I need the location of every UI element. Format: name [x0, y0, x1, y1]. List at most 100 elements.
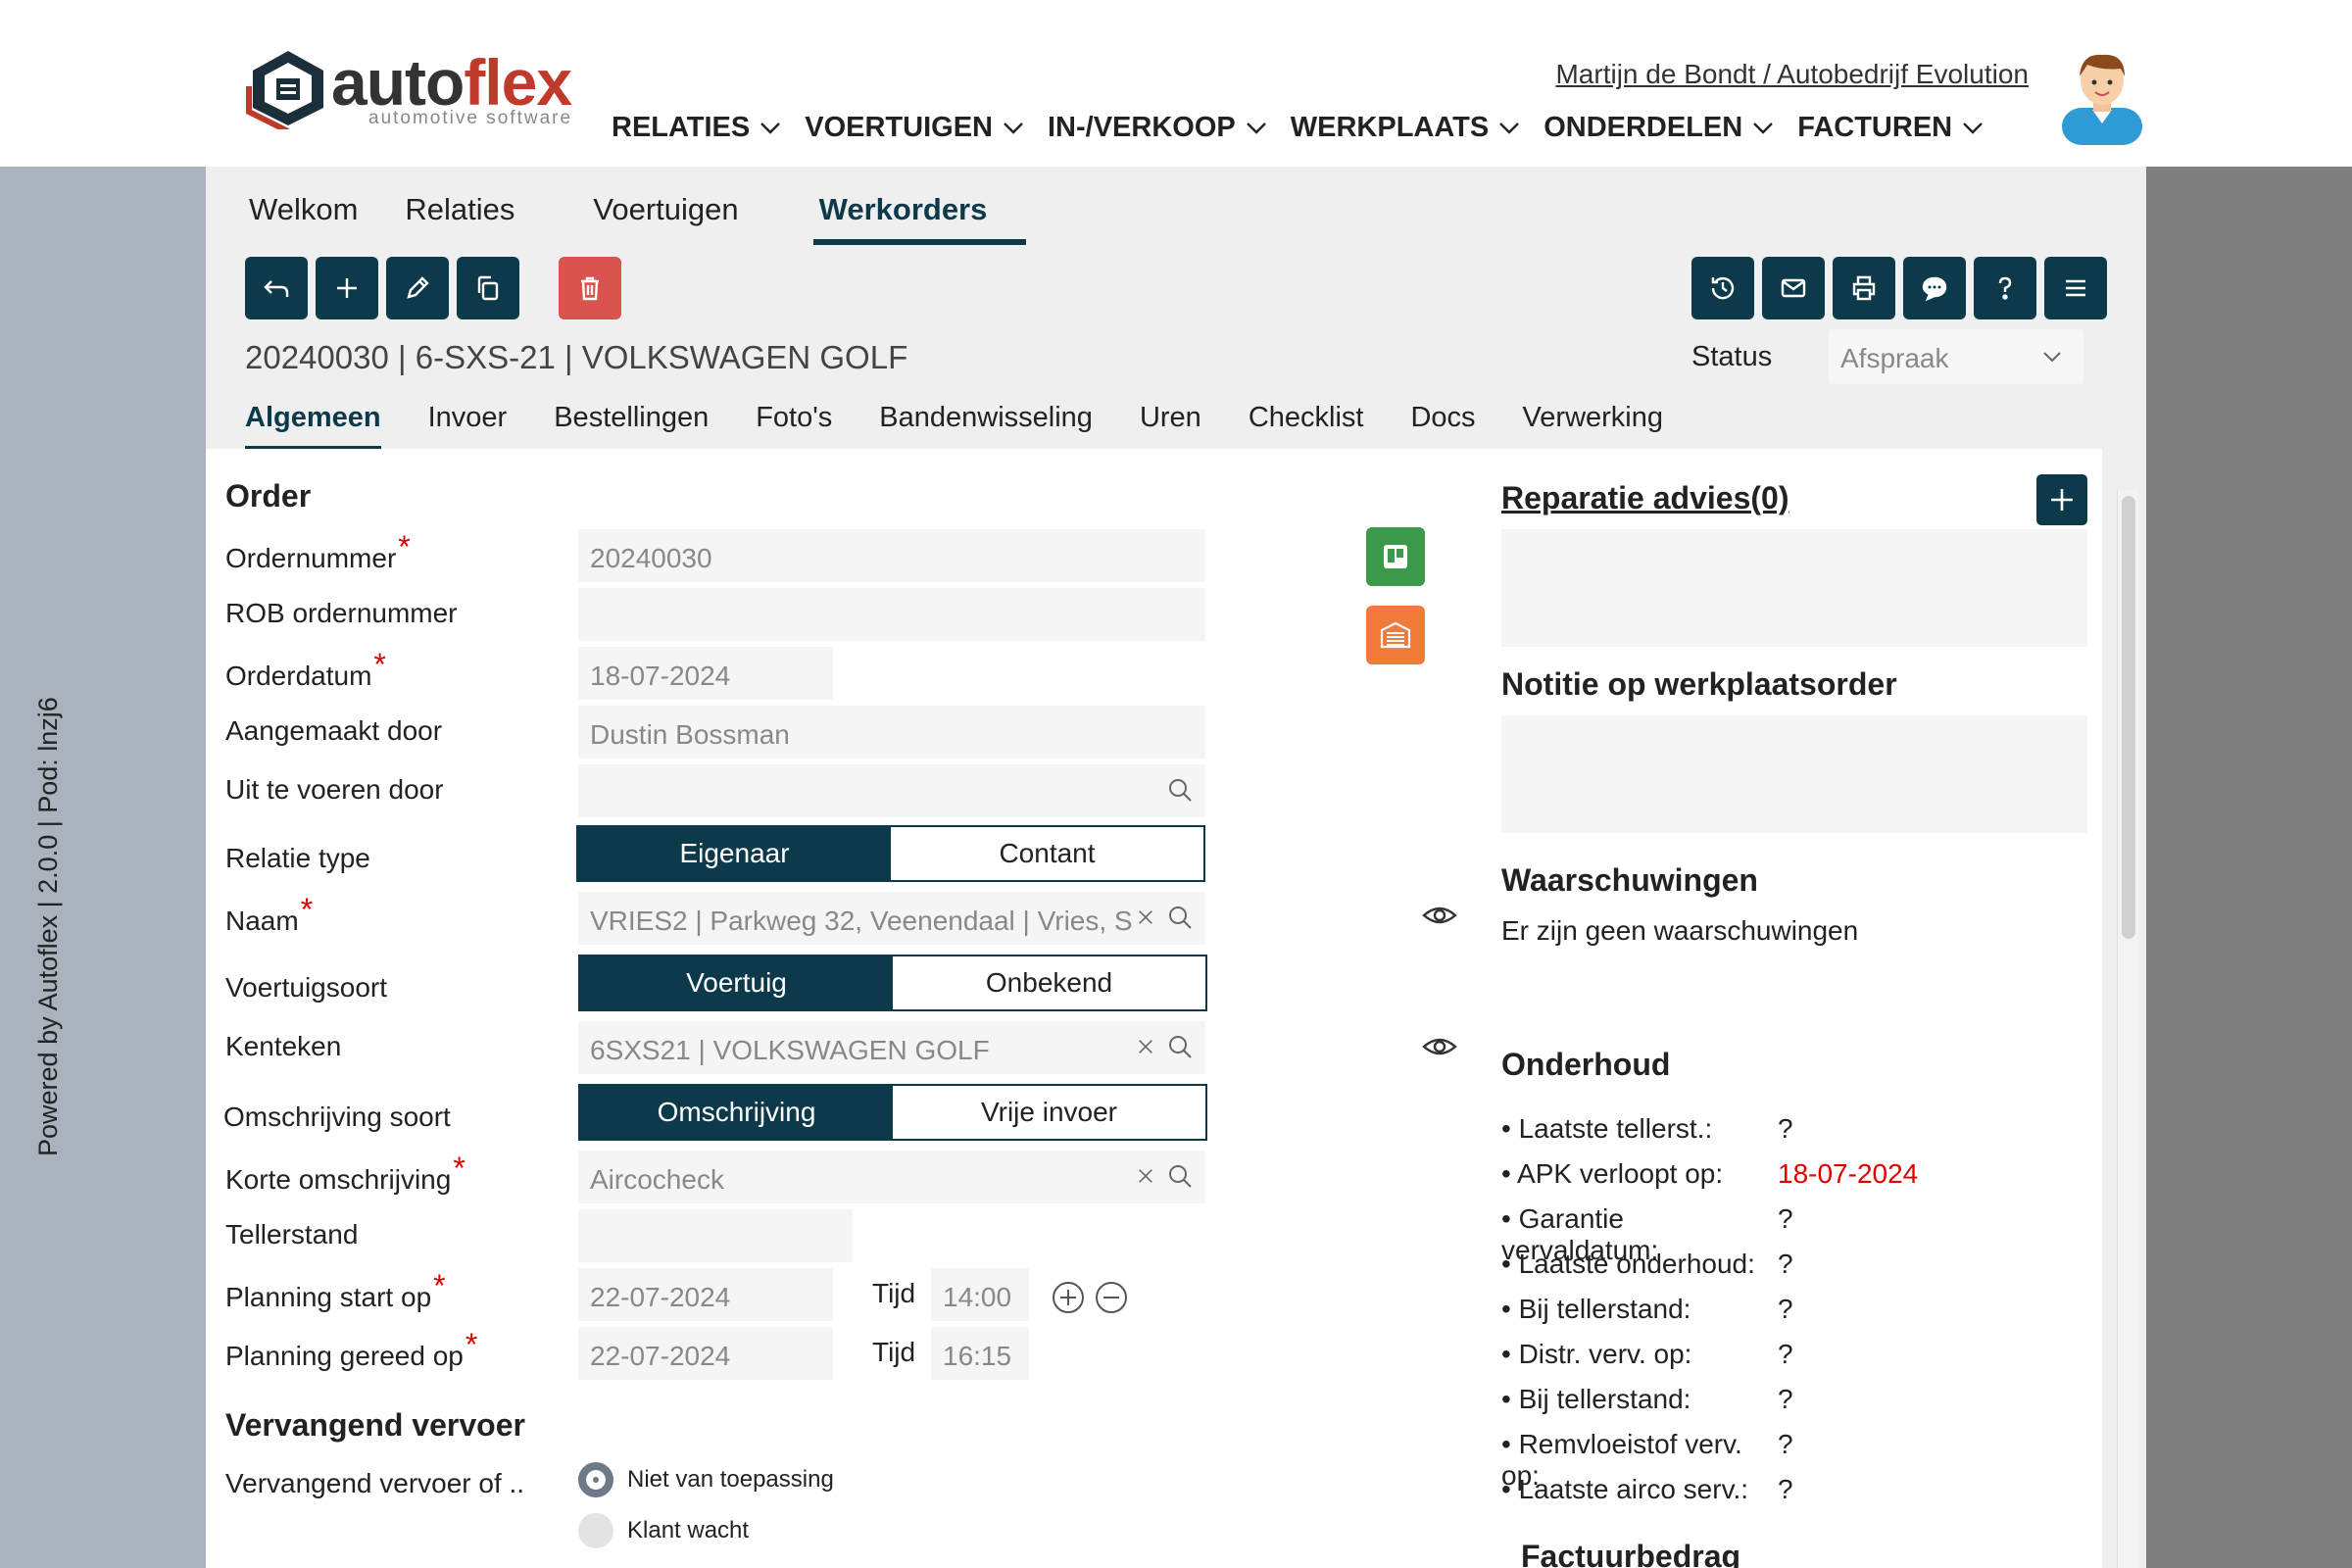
nav-relaties[interactable]: RELATIES: [612, 112, 781, 144]
subtab-fotos[interactable]: Foto's: [756, 402, 832, 451]
clear-icon[interactable]: [1135, 904, 1156, 931]
planning-start-time-field[interactable]: 14:00: [931, 1268, 1029, 1321]
nav-in-verkoop[interactable]: IN-/VERKOOP: [1048, 112, 1267, 144]
relatie-type-eigenaar[interactable]: Eigenaar: [578, 827, 891, 880]
ordernummer-field[interactable]: 20240030: [578, 529, 1205, 582]
message-button[interactable]: [1903, 257, 1966, 319]
scrollbar[interactable]: [2117, 490, 2138, 1568]
chevron-down-icon: [1499, 122, 1520, 134]
radio-klant-wacht[interactable]: Klant wacht: [578, 1513, 749, 1548]
onderhoud-row: • Laatste onderhoud:?: [1501, 1249, 1793, 1279]
orderdatum-field[interactable]: 18-07-2024: [578, 647, 833, 700]
add-advies-button[interactable]: [2036, 474, 2087, 525]
menu-button[interactable]: [2044, 257, 2107, 319]
delete-button[interactable]: [559, 257, 621, 319]
notitie-field[interactable]: [1501, 715, 2087, 833]
nav-facturen[interactable]: FACTUREN: [1797, 112, 1984, 144]
email-button[interactable]: [1762, 257, 1825, 319]
avatar[interactable]: [2058, 47, 2146, 145]
plus-icon: [2051, 489, 2073, 511]
clear-icon[interactable]: [1135, 1033, 1156, 1060]
onderhoud-row: • Laatste tellerst.:?: [1501, 1113, 1793, 1144]
subtab-verwerking[interactable]: Verwerking: [1523, 402, 1663, 451]
radio-selected: [578, 1462, 613, 1497]
tellerstand-field[interactable]: [578, 1209, 853, 1262]
tab-voertuigen[interactable]: Voertuigen: [593, 192, 738, 245]
plus-icon: [337, 278, 357, 298]
copy-icon: [477, 275, 499, 301]
planning-gereed-time-field[interactable]: 16:15: [931, 1327, 1029, 1380]
search-icon[interactable]: [1166, 1162, 1194, 1190]
voertuigsoort-toggle: Voertuig Onbekend: [578, 955, 1207, 1011]
board-icon: [1384, 545, 1407, 568]
hamburger-menu-icon: [2066, 279, 2085, 297]
workorder-subtabs: Algemeen Invoer Bestellingen Foto's Band…: [245, 402, 1710, 451]
notitie-heading: Notitie op werkplaatsorder: [1501, 666, 1897, 702]
right-margin: [2146, 167, 2352, 1568]
naam-field[interactable]: VRIES2 | Parkweg 32, Veenendaal | Vries,…: [578, 892, 1205, 945]
trello-button[interactable]: [1366, 527, 1425, 586]
uit-te-voeren-field[interactable]: [578, 764, 1205, 817]
nav-onderdelen[interactable]: ONDERDELEN: [1544, 112, 1774, 144]
status-label: Status: [1691, 341, 1773, 372]
onderhoud-heading: Onderhoud: [1501, 1047, 1671, 1082]
subtab-docs[interactable]: Docs: [1410, 402, 1475, 451]
omschrijving-soort-omschrijving[interactable]: Omschrijving: [580, 1086, 893, 1139]
history-button[interactable]: [1691, 257, 1754, 319]
radio-niet-van-toepassing[interactable]: Niet van toepassing: [578, 1462, 834, 1497]
subtab-invoer[interactable]: Invoer: [428, 402, 508, 451]
reparatie-advies-box: [1501, 529, 2087, 647]
help-button[interactable]: [1974, 257, 2036, 319]
chevron-down-icon: [1004, 122, 1023, 134]
clear-icon[interactable]: [1135, 1162, 1156, 1190]
ordernummer-label: Ordernummer*: [225, 529, 411, 573]
copy-button[interactable]: [457, 257, 519, 319]
waarschuwingen-heading: Waarschuwingen: [1501, 862, 1758, 898]
nav-werkplaats[interactable]: WERKPLAATS: [1291, 112, 1520, 144]
print-button[interactable]: [1833, 257, 1895, 319]
user-account-link[interactable]: Martijn de Bondt / Autobedrijf Evolution: [1555, 59, 2029, 90]
planning-start-date-field[interactable]: 22-07-2024: [578, 1268, 833, 1321]
subtab-bandenwisseling[interactable]: Bandenwisseling: [879, 402, 1093, 451]
vervangend-vervoer-label: Vervangend vervoer of ..: [225, 1468, 525, 1498]
back-button[interactable]: [245, 257, 308, 319]
eye-icon[interactable]: [1421, 1033, 1458, 1060]
planning-gereed-date-field[interactable]: 22-07-2024: [578, 1327, 833, 1380]
tellerstand-label: Tellerstand: [225, 1219, 359, 1250]
tab-werkorders[interactable]: Werkorders: [812, 192, 1027, 245]
history-icon: [1711, 276, 1735, 300]
eye-icon[interactable]: [1421, 902, 1458, 929]
autoflex-logo[interactable]: autoflex automotive software: [243, 46, 596, 135]
relatie-type-contant[interactable]: Contant: [891, 827, 1203, 880]
reparatie-advies-link[interactable]: Reparatie advies(0): [1501, 480, 1788, 516]
planning-start-label: Planning start op*: [225, 1268, 446, 1312]
voertuigsoort-voertuig[interactable]: Voertuig: [580, 956, 893, 1009]
chevron-down-icon: [2043, 352, 2061, 363]
tab-relaties[interactable]: Relaties: [405, 192, 514, 245]
status-select[interactable]: Afspraak: [1829, 329, 2083, 384]
omschrijving-soort-vrije-invoer[interactable]: Vrije invoer: [893, 1086, 1205, 1139]
scrollbar-thumb[interactable]: [2122, 496, 2135, 939]
subtab-bestellingen[interactable]: Bestellingen: [554, 402, 709, 451]
edit-button[interactable]: [386, 257, 449, 319]
chat-bubble-icon: [1922, 276, 1947, 302]
time-adjust-icons[interactable]: [1051, 1280, 1129, 1315]
korte-omschrijving-field[interactable]: Aircocheck: [578, 1151, 1205, 1203]
voertuigsoort-onbekend[interactable]: Onbekend: [893, 956, 1205, 1009]
nav-voertuigen[interactable]: VOERTUIGEN: [805, 112, 1024, 144]
subtab-algemeen[interactable]: Algemeen: [245, 402, 381, 451]
search-icon[interactable]: [1166, 1033, 1194, 1060]
search-icon[interactable]: [1166, 904, 1194, 931]
planning-gereed-label: Planning gereed op*: [225, 1327, 478, 1371]
order-heading: Order: [225, 478, 312, 514]
garage-button[interactable]: [1366, 606, 1425, 664]
tab-welkom[interactable]: Welkom: [249, 192, 358, 245]
add-button[interactable]: [316, 257, 378, 319]
search-icon[interactable]: [1166, 776, 1194, 804]
rob-ordernummer-field[interactable]: [578, 588, 1205, 641]
subtab-uren[interactable]: Uren: [1140, 402, 1201, 451]
omschrijving-soort-toggle: Omschrijving Vrije invoer: [578, 1084, 1207, 1141]
waarschuwingen-text: Er zijn geen waarschuwingen: [1501, 915, 1859, 946]
subtab-checklist[interactable]: Checklist: [1249, 402, 1364, 451]
kenteken-field[interactable]: 6SXS21 | VOLKSWAGEN GOLF: [578, 1021, 1205, 1074]
